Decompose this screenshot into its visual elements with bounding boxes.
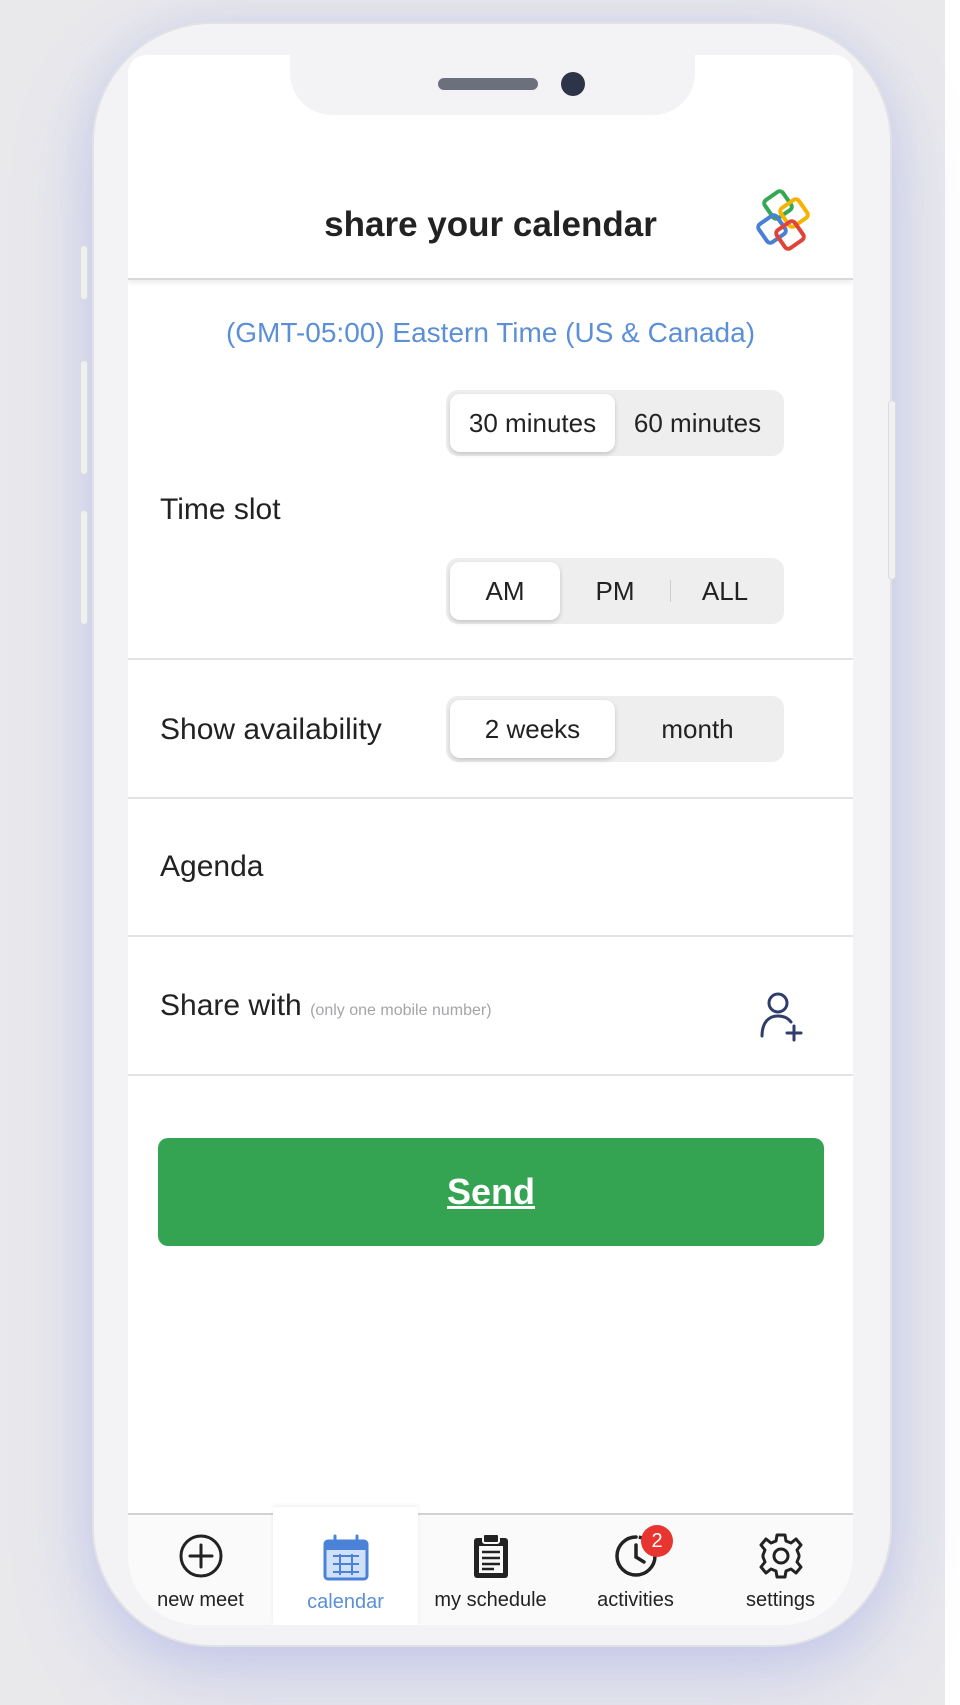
period-segmented-control: AM PM ALL	[446, 558, 784, 624]
tab-my-schedule[interactable]: my schedule	[418, 1515, 563, 1625]
front-camera	[561, 72, 585, 96]
section-divider	[128, 658, 853, 660]
duration-segmented-control: 30 minutes 60 minutes	[446, 390, 784, 456]
period-am-option[interactable]: AM	[450, 562, 560, 620]
mute-switch	[80, 245, 88, 300]
availability-month-option[interactable]: month	[615, 700, 780, 758]
notification-badge: 2	[641, 1525, 673, 1557]
share-with-hint: (only one mobile number)	[310, 1002, 492, 1019]
power-button	[888, 400, 896, 580]
time-slot-label: Time slot	[160, 493, 281, 526]
period-all-option[interactable]: ALL	[670, 562, 780, 620]
availability-2-weeks-option[interactable]: 2 weeks	[450, 700, 615, 758]
volume-up-button	[80, 360, 88, 475]
page-title: share your calendar	[324, 205, 657, 244]
share-with-label: Share with	[160, 989, 302, 1022]
volume-down-button	[80, 510, 88, 625]
duration-30-minutes-option[interactable]: 30 minutes	[450, 394, 615, 452]
gear-icon	[759, 1533, 802, 1579]
add-contact-icon[interactable]	[758, 990, 808, 1042]
tab-label: my schedule	[434, 1589, 547, 1611]
send-button[interactable]: Send	[158, 1138, 824, 1246]
tab-label: new meet	[157, 1589, 244, 1611]
share-with-field[interactable]: Share with (only one mobile number)	[160, 989, 492, 1023]
tab-new-meet[interactable]: new meet	[128, 1515, 273, 1625]
section-divider	[128, 1074, 853, 1076]
show-availability-label: Show availability	[160, 713, 382, 746]
timezone-link[interactable]: (GMT-05:00) Eastern Time (US & Canada)	[128, 317, 853, 349]
tab-label: activities	[597, 1589, 674, 1611]
duration-60-minutes-option[interactable]: 60 minutes	[615, 394, 780, 452]
calendar-icon	[323, 1534, 368, 1581]
tab-calendar[interactable]: calendar	[273, 1507, 418, 1625]
section-divider	[128, 797, 853, 799]
clipboard-icon	[473, 1533, 508, 1578]
section-divider	[128, 935, 853, 937]
plus-circle-icon	[179, 1534, 222, 1578]
background-strip	[945, 0, 960, 1705]
bottom-tab-bar: new meet calendar my schedule 2 activiti…	[128, 1507, 853, 1625]
agenda-field[interactable]: Agenda	[160, 850, 263, 884]
tab-label: calendar	[307, 1591, 384, 1613]
availability-segmented-control: 2 weeks month	[446, 696, 784, 762]
app-logo-icon[interactable]	[753, 188, 815, 266]
app-screen: share your calendar (GMT-05:00) Eastern …	[128, 55, 853, 1625]
speaker-grille	[438, 78, 538, 90]
tab-label: settings	[746, 1589, 815, 1611]
tab-settings[interactable]: settings	[708, 1515, 853, 1625]
tab-activities[interactable]: 2 activities	[563, 1515, 708, 1625]
period-pm-option[interactable]: PM	[560, 562, 670, 620]
